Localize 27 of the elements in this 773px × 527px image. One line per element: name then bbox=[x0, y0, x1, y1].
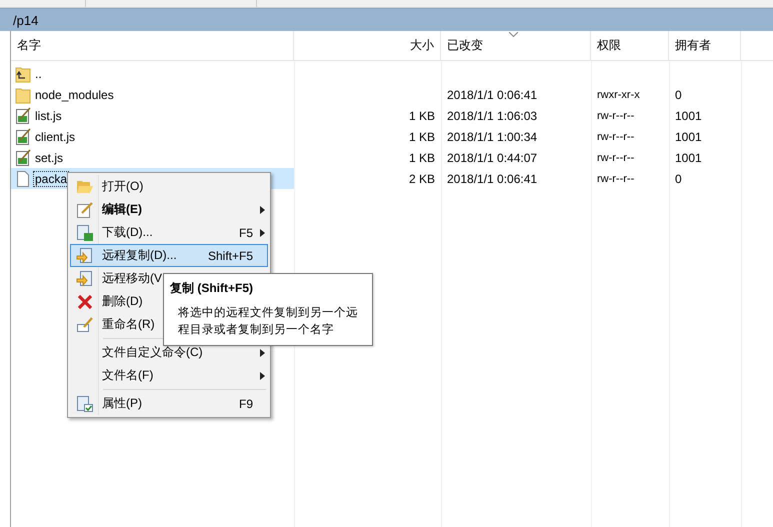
owner: 1001 bbox=[675, 150, 702, 164]
file-name: list.js bbox=[34, 108, 63, 124]
permissions: rw-r--r-- bbox=[597, 172, 634, 184]
owner: 1001 bbox=[675, 130, 702, 144]
file-size: 1 KB bbox=[408, 130, 435, 144]
modified-date: 2018/1/1 0:06:41 bbox=[447, 88, 538, 102]
file-size: 1 KB bbox=[408, 150, 435, 164]
file-name: set.js bbox=[34, 150, 64, 166]
file-name: .. bbox=[34, 66, 43, 82]
modified-date: 2018/1/1 0:44:07 bbox=[447, 150, 538, 164]
permissions: rw-r--r-- bbox=[597, 110, 634, 122]
modified-date: 2018/1/1 1:06:03 bbox=[447, 108, 538, 122]
modified-date: 2018/1/1 0:06:41 bbox=[447, 172, 538, 186]
modified-date: 2018/1/1 1:00:34 bbox=[447, 130, 538, 144]
permissions: rw-r--r-- bbox=[597, 152, 634, 164]
permissions: rw-r--r-- bbox=[597, 130, 634, 142]
tooltip-title: 复制 (Shift+F5) bbox=[170, 280, 254, 297]
file-name: node_modules bbox=[34, 86, 115, 102]
tooltip-text: 将选中的远程文件复制到另一个远程目录或者复制到另一个名字 bbox=[177, 306, 359, 338]
owner: 0 bbox=[675, 172, 682, 186]
file-name: client.js bbox=[34, 128, 76, 144]
permissions: rwxr-xr-x bbox=[597, 88, 640, 100]
owner: 1001 bbox=[675, 108, 702, 122]
path-text: /p14 bbox=[13, 12, 38, 28]
owner: 0 bbox=[675, 88, 682, 102]
file-size: 1 KB bbox=[408, 108, 435, 122]
file-size: 2 KB bbox=[408, 172, 435, 186]
